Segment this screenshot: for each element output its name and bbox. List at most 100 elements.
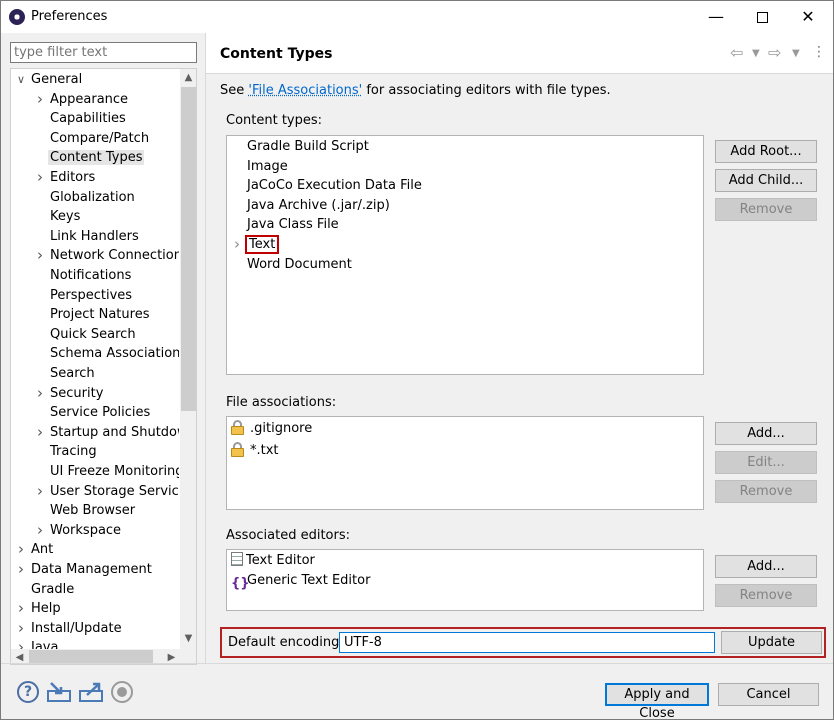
tree-item[interactable]: Notifications	[48, 266, 133, 285]
tree-item[interactable]: Link Handlers	[48, 227, 141, 246]
remove-file-association-button[interactable]: Remove	[715, 480, 817, 503]
file-association-item[interactable]: .gitignore	[231, 418, 312, 440]
tree-item[interactable]: Quick Search	[48, 325, 138, 344]
tree-item[interactable]: › Java	[18, 638, 60, 649]
import-icon[interactable]	[47, 681, 71, 703]
tree-item[interactable]: Project Natures	[48, 305, 151, 324]
cancel-button[interactable]: Cancel	[718, 683, 819, 706]
record-icon[interactable]	[111, 681, 133, 703]
close-button[interactable]: ✕	[785, 1, 831, 33]
tree-item[interactable]: Capabilities	[48, 109, 128, 128]
tree-item[interactable]: › Appearance	[37, 90, 130, 109]
content-type-item[interactable]: Image	[247, 157, 288, 176]
tree-item[interactable]: Content Types	[48, 148, 145, 167]
apply-and-close-button[interactable]: Apply and Close	[605, 683, 709, 720]
update-button[interactable]: Update	[721, 631, 822, 654]
tree-item[interactable]: Search	[48, 364, 97, 383]
tree-item[interactable]: Tracing	[48, 442, 99, 461]
tree-item[interactable]: › Ant	[18, 540, 55, 559]
tree-item[interactable]: Web Browser	[48, 501, 137, 520]
tree-item[interactable]: › Editors	[37, 168, 97, 187]
forward-arrow-icon[interactable]: ⇨	[768, 43, 781, 62]
associated-editor-item[interactable]: {}Generic Text Editor	[231, 571, 370, 591]
file-associations-label: File associations:	[226, 395, 337, 410]
add-child-button[interactable]: Add Child...	[715, 169, 817, 192]
export-icon[interactable]	[79, 681, 103, 703]
tree-item[interactable]: › Data Management	[18, 560, 154, 579]
associated-editor-item[interactable]: Text Editor	[231, 551, 315, 571]
tree-item[interactable]: Perspectives	[48, 286, 134, 305]
back-dropdown-icon[interactable]: ▼	[752, 48, 760, 59]
chevron-right-icon[interactable]: ›	[234, 235, 240, 254]
associated-editors-list[interactable]: Text Editor {}Generic Text Editor	[226, 549, 704, 611]
add-root-button[interactable]: Add Root...	[715, 140, 817, 163]
tree-item[interactable]: Service Policies	[48, 403, 152, 422]
minimize-button[interactable]: —	[693, 1, 739, 33]
chevron-right-icon[interactable]: ›	[16, 619, 26, 638]
scroll-down-icon[interactable]: ▼	[180, 630, 196, 647]
tree-item[interactable]: Gradle	[29, 580, 76, 599]
help-icon[interactable]: ?	[17, 681, 39, 703]
scroll-up-icon[interactable]: ▲	[180, 69, 196, 86]
tree-item-label: Install/Update	[31, 620, 122, 636]
tree-item[interactable]: ∨ General	[17, 70, 84, 89]
chevron-right-icon[interactable]: ›	[16, 560, 26, 579]
chevron-down-icon[interactable]: ∨	[16, 70, 26, 89]
chevron-right-icon[interactable]: ›	[35, 168, 45, 187]
tree-item[interactable]: UI Freeze Monitoring	[48, 462, 179, 481]
tree-item[interactable]: Globalization	[48, 188, 137, 207]
file-associations-list[interactable]: .gitignore *.txt	[226, 416, 704, 510]
tree-items: ∨ General › Appearance Capabilities Compare/P…	[11, 69, 179, 649]
chevron-right-icon[interactable]: ›	[35, 90, 45, 109]
file-association-item[interactable]: *.txt	[231, 440, 279, 462]
view-menu-icon[interactable]: ⋮	[812, 44, 826, 60]
tree-item[interactable]: › Workspace	[37, 521, 123, 540]
tree-vertical-scrollbar[interactable]: ▲ ▼	[180, 69, 196, 649]
chevron-right-icon[interactable]: ›	[35, 521, 45, 540]
content-type-item[interactable]: Java Archive (.jar/.zip)	[247, 196, 390, 215]
content-type-item[interactable]: Word Document	[247, 255, 352, 274]
add-file-association-button[interactable]: Add...	[715, 422, 817, 445]
chevron-right-icon[interactable]: ›	[16, 638, 26, 649]
tree-item[interactable]: Keys	[48, 207, 82, 226]
content-type-item[interactable]: Java Class File	[247, 215, 339, 234]
content-type-item[interactable]: › Text	[234, 235, 280, 254]
edit-file-association-button[interactable]: Edit...	[715, 451, 817, 474]
chevron-right-icon[interactable]: ›	[35, 482, 45, 501]
chevron-right-icon[interactable]: ›	[35, 384, 45, 403]
associated-editors-label: Associated editors:	[226, 528, 351, 543]
content-type-label: Gradle Build Script	[247, 139, 369, 154]
tree-item[interactable]: › User Storage Service	[37, 482, 179, 501]
content-types-list[interactable]: Gradle Build Script Image JaCoCo Execution…	[226, 135, 704, 375]
content-type-item[interactable]: Gradle Build Script	[247, 137, 369, 156]
chevron-right-icon[interactable]: ›	[35, 423, 45, 442]
tree-item[interactable]: › Startup and Shutdown	[37, 423, 179, 442]
tree-item[interactable]: › Install/Update	[18, 619, 124, 638]
content-type-item[interactable]: JaCoCo Execution Data File	[247, 176, 422, 195]
back-arrow-icon[interactable]: ⇦	[730, 43, 743, 62]
maximize-icon	[756, 12, 768, 23]
forward-dropdown-icon[interactable]: ▼	[792, 48, 800, 59]
remove-content-type-button[interactable]: Remove	[715, 198, 817, 221]
tree-item[interactable]: › Help	[18, 599, 63, 618]
default-encoding-label: Default encoding:	[228, 635, 344, 650]
chevron-right-icon[interactable]: ›	[16, 540, 26, 559]
tree-item[interactable]: Schema Associations	[48, 344, 179, 363]
default-encoding-input[interactable]	[339, 632, 715, 653]
add-editor-button[interactable]: Add...	[715, 555, 817, 578]
scroll-thumb[interactable]	[181, 87, 196, 411]
tree-item[interactable]: Compare/Patch	[48, 129, 151, 148]
remove-editor-button[interactable]: Remove	[715, 584, 817, 607]
maximize-button[interactable]	[739, 1, 785, 33]
tree-item-label: Web Browser	[50, 503, 136, 519]
tree-item[interactable]: › Network Connections	[37, 246, 179, 265]
title-bar: Preferences — ✕	[1, 1, 833, 33]
chevron-right-icon[interactable]: ›	[16, 599, 26, 618]
generic-editor-icon: {}	[231, 576, 250, 591]
tree-item[interactable]: › Security	[37, 384, 105, 403]
file-associations-link[interactable]: 'File Associations'	[248, 83, 362, 98]
tree-item-label: Schema Associations	[50, 346, 179, 362]
tree-item-label: Ant	[31, 542, 54, 558]
filter-input[interactable]	[10, 42, 197, 63]
chevron-right-icon[interactable]: ›	[35, 246, 45, 265]
